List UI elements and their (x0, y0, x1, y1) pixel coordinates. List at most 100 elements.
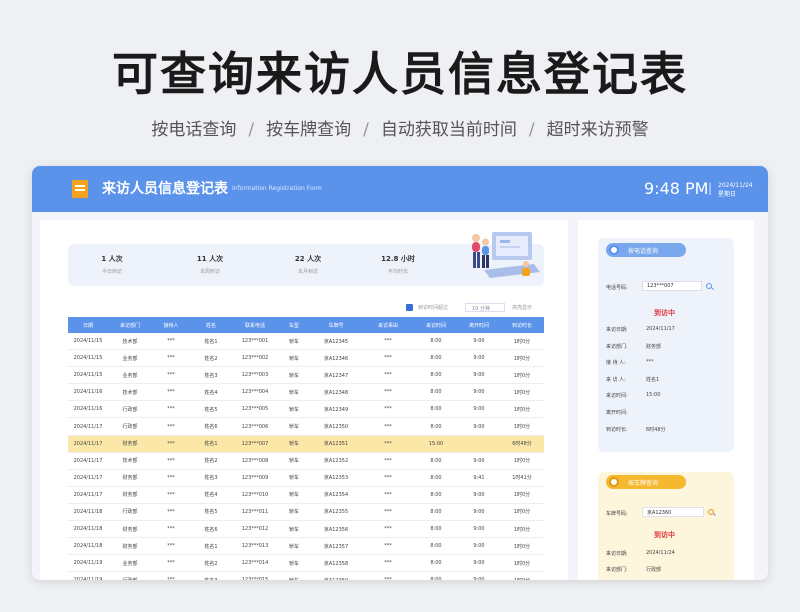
table-cell: 京A12352 (323, 458, 349, 465)
column-header: 来访时间 (425, 322, 446, 329)
column-header: 来访事由 (377, 322, 398, 329)
plate-query-title-text: 按车牌查询 (628, 479, 659, 487)
table-cell: 业务部 (122, 355, 138, 362)
table-cell: 1时0分 (513, 406, 531, 413)
table-row: 2024/11/18 行政部 *** 姓名5 123***011 轿车 京A12355 ***… (68, 504, 544, 522)
table-cell: 2024/11/16 (73, 389, 103, 396)
table-cell: 财务部 (122, 543, 138, 550)
field-label: 来访时间: (606, 393, 628, 400)
plate-query-title: 按车牌查询 (606, 475, 686, 489)
table-cell: 姓名5 (204, 406, 218, 413)
table-cell: *** (384, 423, 392, 430)
search-icon[interactable] (708, 509, 714, 515)
table-cell: 轿车 (288, 441, 299, 448)
table-cell: 京A12354 (323, 492, 349, 499)
timeout-checkbox[interactable] (406, 304, 413, 311)
plate-input[interactable]: 京A12360 (642, 507, 704, 517)
table-cell: 1时0分 (513, 543, 531, 550)
office-illustration-icon (472, 232, 540, 278)
table-cell: 京A12351 (323, 441, 349, 448)
table-cell: *** (384, 406, 392, 413)
table-cell: 1时0分 (513, 338, 531, 345)
feature-separator: / (363, 120, 369, 140)
table-cell: 8:00 (430, 560, 442, 567)
current-time: 9:48 PM (644, 179, 709, 198)
table-cell: 轿车 (288, 406, 299, 413)
field-value: 姓名1 (646, 376, 660, 383)
table-cell: 业务部 (122, 560, 138, 567)
table-cell: 2024/11/17 (73, 457, 103, 464)
table-cell: 财务部 (122, 441, 138, 448)
table-cell: 轿车 (288, 424, 299, 431)
table-cell: *** (384, 440, 392, 447)
stat-value: 22 人次 (294, 255, 322, 263)
stat-value: 12.8 小时 (381, 255, 415, 263)
table-cell: 财务部 (122, 492, 138, 499)
table-cell: 姓名3 (190, 572, 232, 580)
table-cell: 姓名5 (204, 509, 218, 516)
field-label: 来访日期: (606, 551, 628, 557)
table-cell: 京A12355 (323, 509, 349, 516)
table-cell: 姓名3 (204, 372, 218, 379)
table-cell: 8:00 (430, 543, 442, 550)
table-cell: *** (167, 526, 175, 533)
table-cell: 京A12349 (323, 406, 349, 413)
table-row: 2024/11/19行政部***姓名3123***015轿车京A12359***… (68, 572, 544, 580)
plate-input-value: 京A12360 (647, 509, 672, 516)
table-cell: 123***002 (241, 355, 269, 362)
table-cell: *** (167, 560, 175, 567)
table-cell: *** (167, 389, 175, 396)
column-header: 联系电话 (244, 322, 265, 329)
table-cell: 2024/11/17 (73, 491, 103, 498)
table-cell: 123***012 (241, 526, 269, 533)
table-cell: 1时0分 (513, 560, 531, 567)
table-cell: 轿车 (288, 543, 299, 550)
stat-value: 11 人次 (196, 255, 224, 263)
table-cell: 行政部 (108, 572, 152, 580)
table-cell: 123***009 (241, 474, 269, 481)
table-cell: 123***015 (232, 572, 278, 580)
timeout-minutes-input[interactable]: 10 分钟 (465, 303, 505, 312)
feature-separator: / (528, 120, 535, 140)
table-cell: *** (167, 457, 175, 464)
table-row: 2024/11/17 财务部 *** 姓名4 123***010 轿车 京A12354 ***… (68, 487, 544, 504)
table-cell: 2024/11/17 (73, 423, 103, 430)
table-cell: 1时41分 (512, 475, 532, 482)
table-cell: 8:00 (430, 491, 442, 498)
table-cell: 2024/11/17 (73, 474, 103, 481)
timeout-minutes-value: 10 分钟 (472, 306, 490, 312)
table-cell: 123***001 (241, 338, 269, 345)
feature-auto-time: 自动获取当前时间 (380, 120, 517, 140)
table-cell: 姓名1 (204, 543, 218, 550)
table-cell: 9:00 (473, 406, 485, 413)
table-cell: 2024/11/18 (73, 543, 103, 550)
table-cell: 京A12353 (323, 475, 349, 482)
table-cell: 123***007 (241, 440, 269, 447)
table-cell: *** (362, 572, 414, 580)
table-cell: 123***004 (241, 389, 269, 396)
table-cell: 8:00 (430, 355, 442, 362)
column-header: 姓名 (205, 322, 216, 329)
table-cell: 1时0分 (513, 389, 531, 396)
search-icon[interactable] (706, 283, 712, 289)
phone-input[interactable]: 123***007 (642, 281, 702, 291)
table-cell: *** (384, 560, 392, 567)
stat-label: 今日到访 (101, 269, 122, 275)
table-cell: *** (384, 543, 392, 550)
visitor-table: 日期 来访部门 接待人 姓名 联系电话 车型 车牌号 来访事由 来访时间 离开时间 到访时长 2024… (68, 317, 544, 580)
table-cell: 业务部 (122, 372, 138, 379)
stat-month: 22 人次 本月到访 (268, 254, 348, 275)
field-value: 6时48分 (646, 426, 666, 433)
promo-title: 可查询来访人员信息登记表 (112, 47, 688, 101)
stat-today: 1 人次 今日到访 (72, 254, 152, 275)
table-cell: 123***013 (241, 543, 269, 550)
table-cell: *** (167, 355, 175, 362)
field-value: 行政部 (646, 567, 662, 573)
table-cell: 财务部 (122, 475, 138, 482)
field-label: 到访时长: (606, 426, 628, 433)
column-header: 接待人 (163, 322, 179, 329)
table-cell: 8:00 (430, 372, 442, 379)
table-cell: 123***014 (241, 560, 269, 567)
table-header: 日期 来访部门 接待人 姓名 联系电话 车型 车牌号 来访事由 来访时间 离开时间 到访时长 (68, 317, 544, 333)
table-cell: 2024/11/15 (73, 338, 103, 345)
